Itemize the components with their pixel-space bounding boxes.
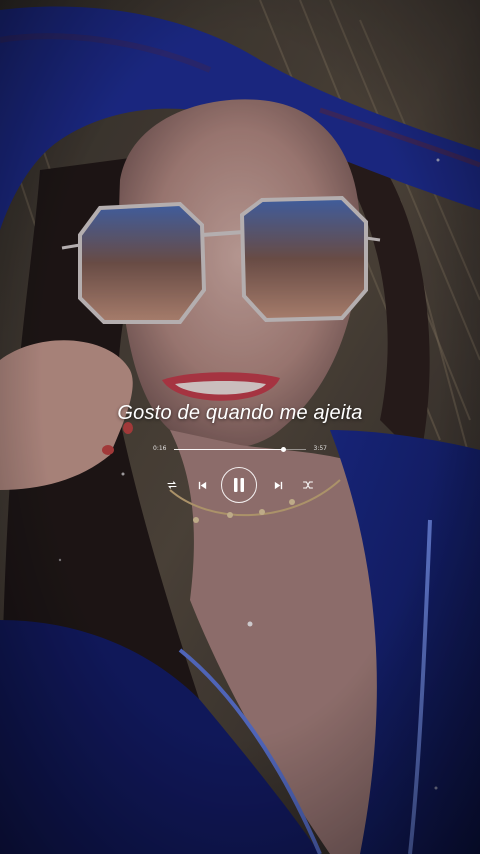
pause-icon — [234, 478, 244, 492]
previous-track-icon — [198, 481, 206, 489]
repeat-icon — [167, 481, 177, 489]
progress-bar[interactable]: 0:16 3:57 — [150, 443, 330, 457]
screen: Gosto de quando me ajeita 0:16 3:57 — [0, 0, 480, 854]
total-time: 3:57 — [313, 445, 327, 452]
background-photo — [0, 0, 480, 854]
progress-fill — [174, 449, 284, 450]
shuffle-icon — [303, 481, 313, 489]
pause-button[interactable] — [220, 466, 258, 504]
playback-controls — [150, 466, 330, 504]
shuffle-button[interactable] — [300, 466, 316, 504]
next-track-icon — [274, 481, 282, 489]
pause-button-ring — [221, 467, 257, 503]
repeat-button[interactable] — [164, 466, 180, 504]
elapsed-time: 0:16 — [153, 445, 167, 452]
progress-track[interactable] — [174, 447, 306, 452]
lyric-line: Gosto de quando me ajeita — [117, 402, 363, 424]
previous-track-button[interactable] — [194, 466, 210, 504]
progress-knob[interactable] — [281, 447, 287, 452]
next-track-button[interactable] — [270, 466, 286, 504]
